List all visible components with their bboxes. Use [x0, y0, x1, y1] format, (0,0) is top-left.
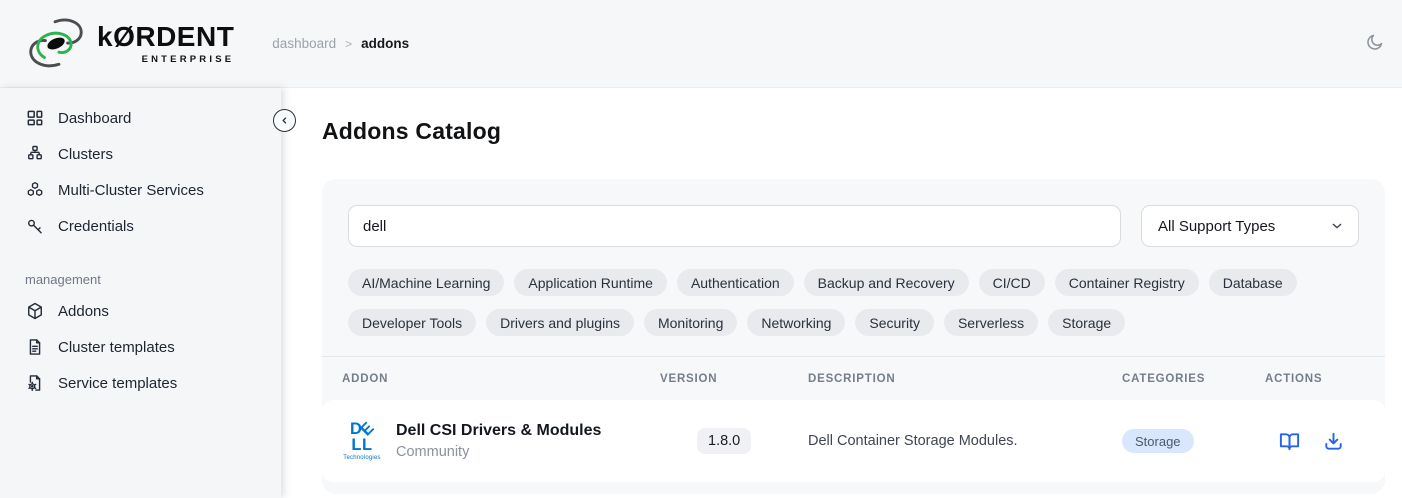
moon-icon: [1364, 32, 1385, 53]
addon-name-block: Dell CSI Drivers & Modules Community: [396, 422, 601, 460]
column-header-categories: CATEGORIES: [1122, 373, 1265, 385]
breadcrumb-separator: >: [345, 37, 352, 51]
grid-icon: [25, 108, 45, 128]
chevron-left-icon: [278, 114, 291, 127]
addons-catalog-card: All Support Types AI/Machine Learning App…: [322, 179, 1385, 494]
key-icon: [25, 216, 45, 236]
category-chips: AI/Machine Learning Application Runtime Au…: [348, 269, 1359, 336]
sidebar-item-label: Multi-Cluster Services: [58, 182, 204, 199]
search-input[interactable]: [348, 205, 1121, 247]
hexagon-cluster-icon: [25, 180, 45, 200]
sidebar-section-label: management: [0, 272, 281, 287]
install-button[interactable]: [1322, 430, 1345, 453]
actions-cell: [1265, 430, 1365, 453]
sidebar-collapse-button[interactable]: [273, 109, 296, 132]
column-header-description: DESCRIPTION: [808, 373, 1122, 385]
sidebar-item-service-templates[interactable]: Service templates: [0, 365, 281, 401]
category-chip-ci-cd[interactable]: CI/CD: [979, 269, 1045, 296]
category-chip-backup-and-recovery[interactable]: Backup and Recovery: [804, 269, 969, 296]
brand-name: kØRDENT: [97, 23, 234, 51]
sidebar-management-nav: Addons Cluster templates Service templates: [0, 293, 281, 401]
category-badge-storage: Storage: [1122, 429, 1194, 453]
book-open-icon: [1278, 430, 1301, 453]
sidebar-item-credentials[interactable]: Credentials: [0, 208, 281, 244]
brand-subtitle: ENTERPRISE: [142, 54, 235, 65]
category-chip-storage[interactable]: Storage: [1048, 309, 1125, 336]
version-badge: 1.8.0: [697, 428, 751, 454]
top-header: kØRDENT ENTERPRISE dashboard > addons: [0, 0, 1402, 88]
support-type-selected: All Support Types: [1158, 218, 1275, 235]
support-type-select[interactable]: All Support Types: [1141, 205, 1359, 247]
sidebar-item-label: Dashboard: [58, 110, 131, 127]
chevron-down-icon: [1329, 218, 1345, 234]
addon-name: Dell CSI Drivers & Modules: [396, 422, 601, 440]
category-chip-monitoring[interactable]: Monitoring: [644, 309, 737, 336]
breadcrumb: dashboard > addons: [272, 36, 409, 51]
file-gear-icon: [25, 373, 45, 393]
table-rows: DELLTechnologies Dell CSI Drivers & Modul…: [322, 400, 1385, 482]
dell-logo-subtext: Technologies: [342, 455, 382, 461]
addon-cell: DELLTechnologies Dell CSI Drivers & Modul…: [342, 421, 660, 462]
sidebar-main-nav: Dashboard Clusters Multi-Cluster Services C…: [0, 100, 281, 244]
sidebar-item-clusters[interactable]: Clusters: [0, 136, 281, 172]
sidebar-item-addons[interactable]: Addons: [0, 293, 281, 329]
addon-row-dell-csi-drivers-modules: DELLTechnologies Dell CSI Drivers & Modul…: [322, 400, 1385, 482]
column-header-version: VERSION: [660, 373, 808, 385]
brand-logo[interactable]: kØRDENT ENTERPRISE: [24, 15, 234, 73]
addon-support-type: Community: [396, 444, 601, 460]
sidebar-item-label: Service templates: [58, 375, 177, 392]
dell-technologies-logo: DELLTechnologies: [342, 421, 382, 462]
sidebar-item-multi-cluster-services[interactable]: Multi-Cluster Services: [0, 172, 281, 208]
galaxy-swirl-icon: [24, 15, 90, 73]
category-chip-developer-tools[interactable]: Developer Tools: [348, 309, 476, 336]
category-chip-database[interactable]: Database: [1209, 269, 1297, 296]
category-chip-networking[interactable]: Networking: [747, 309, 845, 336]
sidebar: Dashboard Clusters Multi-Cluster Services C…: [0, 88, 281, 498]
breadcrumb-addons: addons: [361, 36, 409, 51]
app-root: kØRDENT ENTERPRISE dashboard > addons Da…: [0, 0, 1402, 498]
sidebar-item-label: Credentials: [58, 218, 134, 235]
sidebar-item-cluster-templates[interactable]: Cluster templates: [0, 329, 281, 365]
theme-toggle-button[interactable]: [1362, 32, 1386, 56]
docs-button[interactable]: [1278, 430, 1301, 453]
addon-description: Dell Container Storage Modules.: [808, 433, 1122, 449]
category-chip-authentication[interactable]: Authentication: [677, 269, 794, 296]
package-icon: [25, 301, 45, 321]
page-title: Addons Catalog: [322, 118, 1385, 145]
table-header-row: ADDONVERSIONDESCRIPTIONCATEGORIESACTIONS: [322, 356, 1385, 400]
sidebar-item-label: Addons: [58, 303, 109, 320]
categories-cell: Storage: [1122, 429, 1265, 453]
category-chip-security[interactable]: Security: [855, 309, 934, 336]
sidebar-item-label: Cluster templates: [58, 339, 175, 356]
main-content: Addons Catalog All Support Types: [281, 88, 1402, 498]
search-row: All Support Types: [348, 205, 1359, 247]
filters-section: All Support Types AI/Machine Learning App…: [322, 179, 1385, 356]
download-icon: [1322, 430, 1345, 453]
category-chip-ai-machine-learning[interactable]: AI/Machine Learning: [348, 269, 504, 296]
brand-wordmark: kØRDENT ENTERPRISE: [97, 23, 234, 65]
category-chip-serverless[interactable]: Serverless: [944, 309, 1038, 336]
column-header-actions: ACTIONS: [1265, 373, 1365, 385]
breadcrumb-dashboard[interactable]: dashboard: [272, 36, 336, 51]
sidebar-item-label: Clusters: [58, 146, 113, 163]
sidebar-item-dashboard[interactable]: Dashboard: [0, 100, 281, 136]
body-row: Dashboard Clusters Multi-Cluster Services C…: [0, 88, 1402, 498]
category-chip-application-runtime[interactable]: Application Runtime: [514, 269, 667, 296]
hierarchy-icon: [25, 144, 45, 164]
column-header-addon: ADDON: [342, 373, 660, 385]
category-chip-container-registry[interactable]: Container Registry: [1055, 269, 1199, 296]
file-icon: [25, 337, 45, 357]
category-chip-drivers-and-plugins[interactable]: Drivers and plugins: [486, 309, 634, 336]
